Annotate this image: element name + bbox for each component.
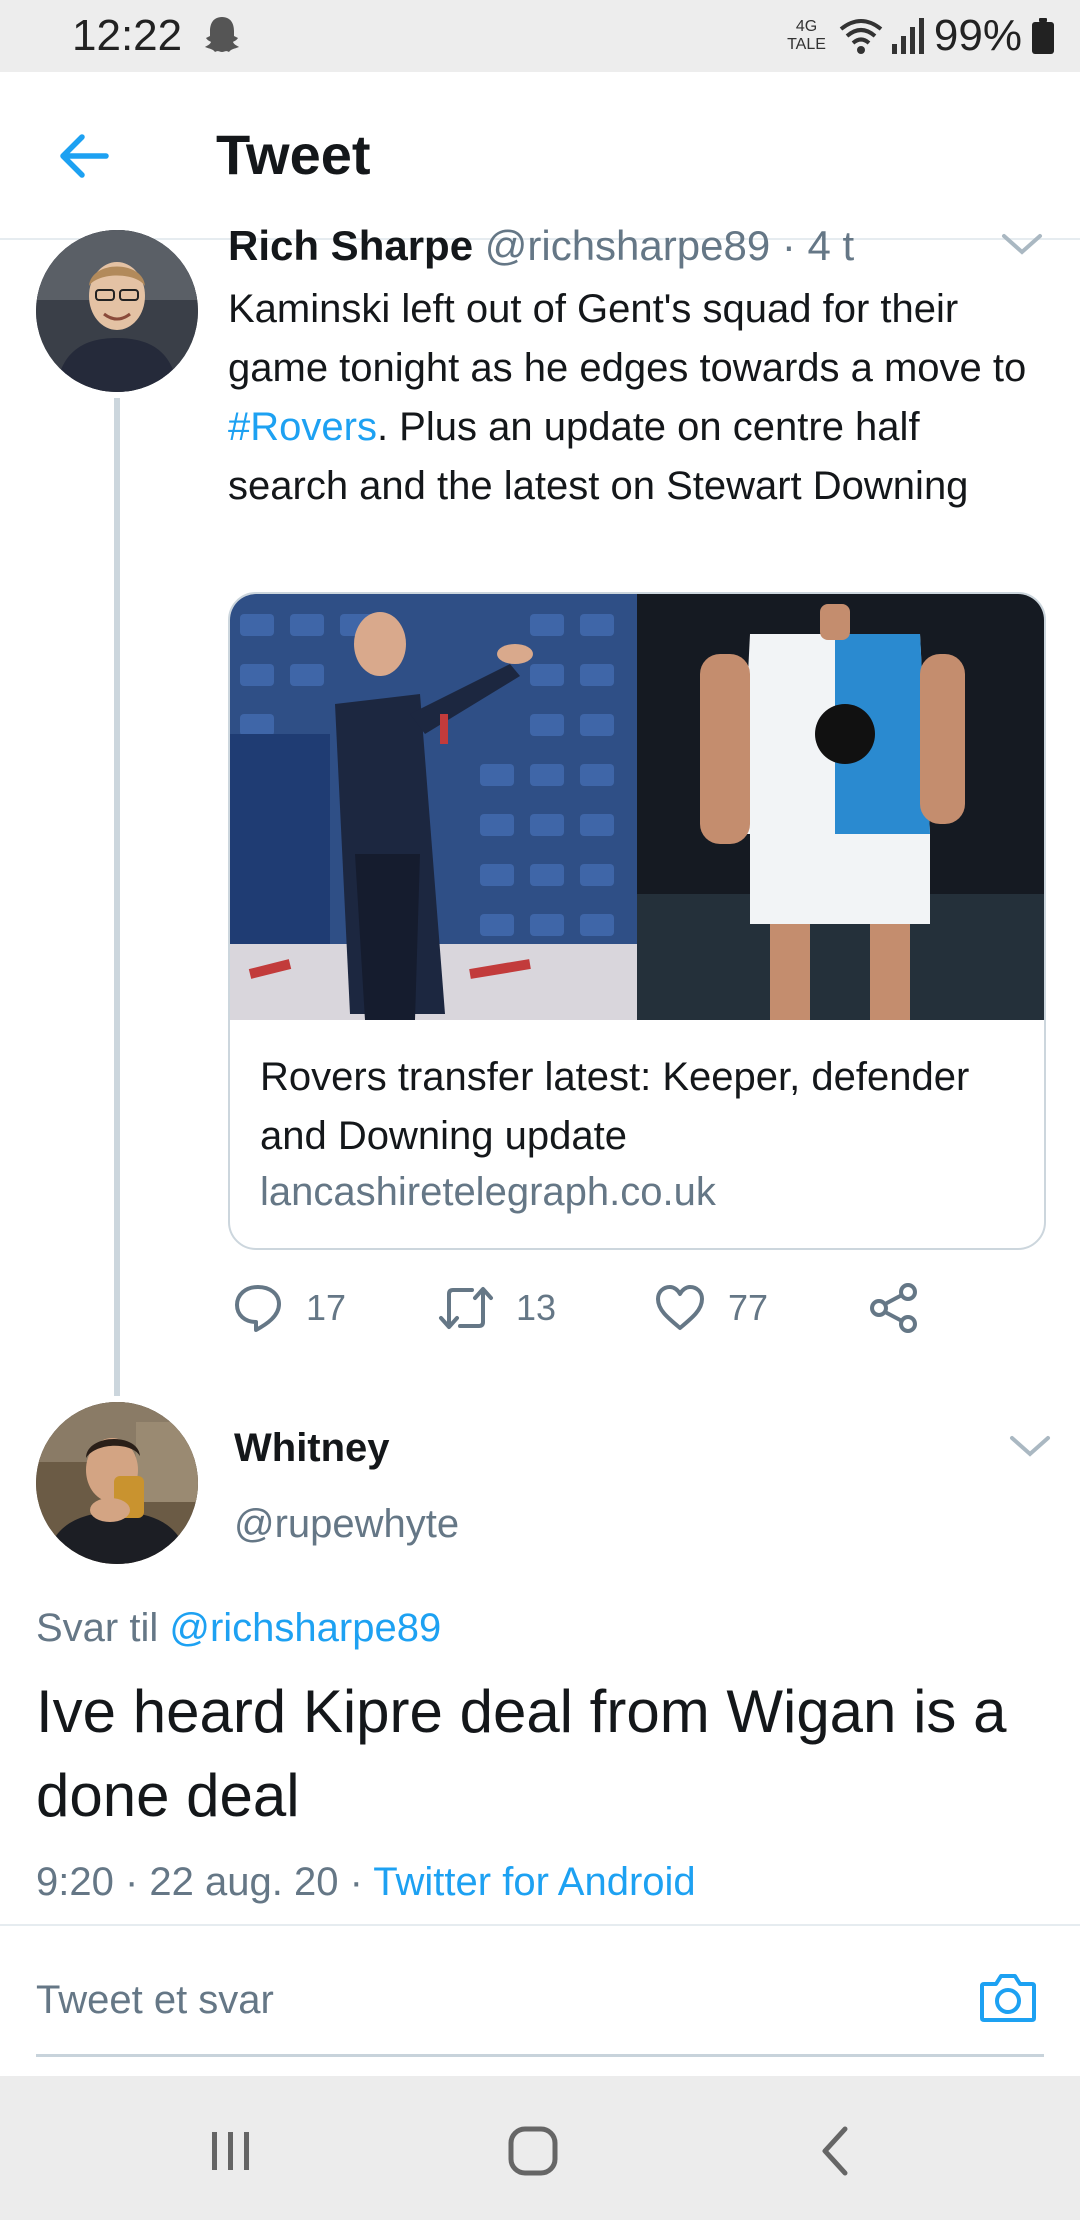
source-link[interactable]: Twitter for Android — [373, 1860, 695, 1904]
tweet-text-part1: Kaminski left out of Gent's squad for th… — [228, 287, 1027, 390]
tweet-time: 4 t — [807, 222, 855, 269]
retweet-button[interactable]: 13 — [438, 1276, 556, 1340]
avatar-image — [36, 1402, 198, 1564]
system-back-button[interactable] — [800, 2116, 870, 2186]
reply-input[interactable]: Tweet et svar — [36, 1972, 274, 2028]
network-sub: TALE — [787, 36, 826, 53]
author-handle[interactable]: @richsharpe89 — [485, 222, 770, 269]
avatar-rich-sharpe[interactable] — [36, 230, 198, 392]
reply-to-mention[interactable]: @richsharpe89 — [169, 1606, 441, 1650]
reply-text: Ive heard Kipre deal from Wigan is a don… — [36, 1678, 1007, 1829]
status-time: 12:22 — [72, 11, 183, 60]
time-separator: · — [770, 222, 808, 269]
network-label: 4G TALE — [787, 18, 826, 54]
avatar-whitney[interactable] — [36, 1402, 198, 1564]
chevron-down-icon[interactable] — [1008, 1432, 1052, 1462]
share-icon — [870, 1283, 917, 1333]
home-button[interactable] — [498, 2116, 568, 2186]
like-button[interactable]: 77 — [654, 1276, 768, 1340]
back-button[interactable] — [50, 122, 118, 190]
retweet-icon — [439, 1287, 493, 1329]
recents-icon — [212, 2132, 249, 2170]
camera-icon[interactable] — [976, 1966, 1040, 2030]
battery-percent: 99% — [933, 11, 1022, 60]
arrow-left-icon — [60, 134, 109, 178]
compose-underline — [36, 2054, 1044, 2057]
like-count: 77 — [728, 1287, 769, 1328]
heart-icon — [656, 1285, 704, 1330]
retweet-count: 13 — [516, 1287, 557, 1328]
tweet-actions: 17 13 77 — [228, 1276, 1028, 1340]
tweet-text: Kaminski left out of Gent's squad for th… — [228, 280, 1040, 516]
nav-bar — [0, 2076, 1080, 2220]
wifi-icon — [839, 19, 883, 54]
card-image — [230, 594, 1044, 1020]
home-icon — [508, 2126, 558, 2176]
link-card[interactable]: Rovers transfer latest: Keeper, defender… — [228, 592, 1046, 1250]
recents-button[interactable] — [196, 2116, 266, 2186]
back-icon — [822, 2126, 848, 2176]
thread-line — [114, 398, 120, 1396]
reply-to-line: Svar til @richsharpe89 — [36, 1598, 441, 1658]
tweet-header: Rich Sharpe @richsharpe89 · 4 t — [228, 220, 854, 272]
share-button[interactable] — [868, 1276, 920, 1340]
card-title: Rovers transfer latest: Keeper, defender… — [260, 1055, 970, 1158]
status-bar: 12:22 4G TALE 99% — [0, 0, 1080, 72]
hashtag-link[interactable]: #Rovers — [228, 405, 377, 449]
reply-button[interactable]: 17 — [232, 1276, 346, 1340]
app-header: Tweet — [0, 72, 1080, 240]
status-right: 4G TALE 99% — [787, 10, 1054, 62]
chevron-down-icon[interactable] — [1000, 230, 1044, 260]
avatar-image — [36, 230, 198, 392]
reply-to-label: Svar til — [36, 1606, 170, 1650]
card-domain: lancashiretelegraph.co.uk — [260, 1170, 716, 1214]
author-name[interactable]: Rich Sharpe — [228, 222, 473, 269]
page-title: Tweet — [216, 123, 371, 186]
reply-icon — [235, 1285, 281, 1332]
battery-icon — [1032, 18, 1054, 54]
reply-count: 17 — [306, 1287, 347, 1328]
signal-icon — [891, 18, 924, 54]
reply-meta: 9:20 · 22 aug. 20 · Twitter for Android — [36, 1852, 696, 1912]
ghost-icon — [205, 17, 239, 52]
reply-author-handle[interactable]: @rupewhyte — [234, 1496, 459, 1552]
compose-divider — [0, 1924, 1080, 1926]
network-type: 4G — [795, 18, 818, 35]
reply-timestamp: 9:20 · 22 aug. 20 · — [36, 1860, 374, 1904]
reply-author-name[interactable]: Whitney — [234, 1420, 390, 1476]
